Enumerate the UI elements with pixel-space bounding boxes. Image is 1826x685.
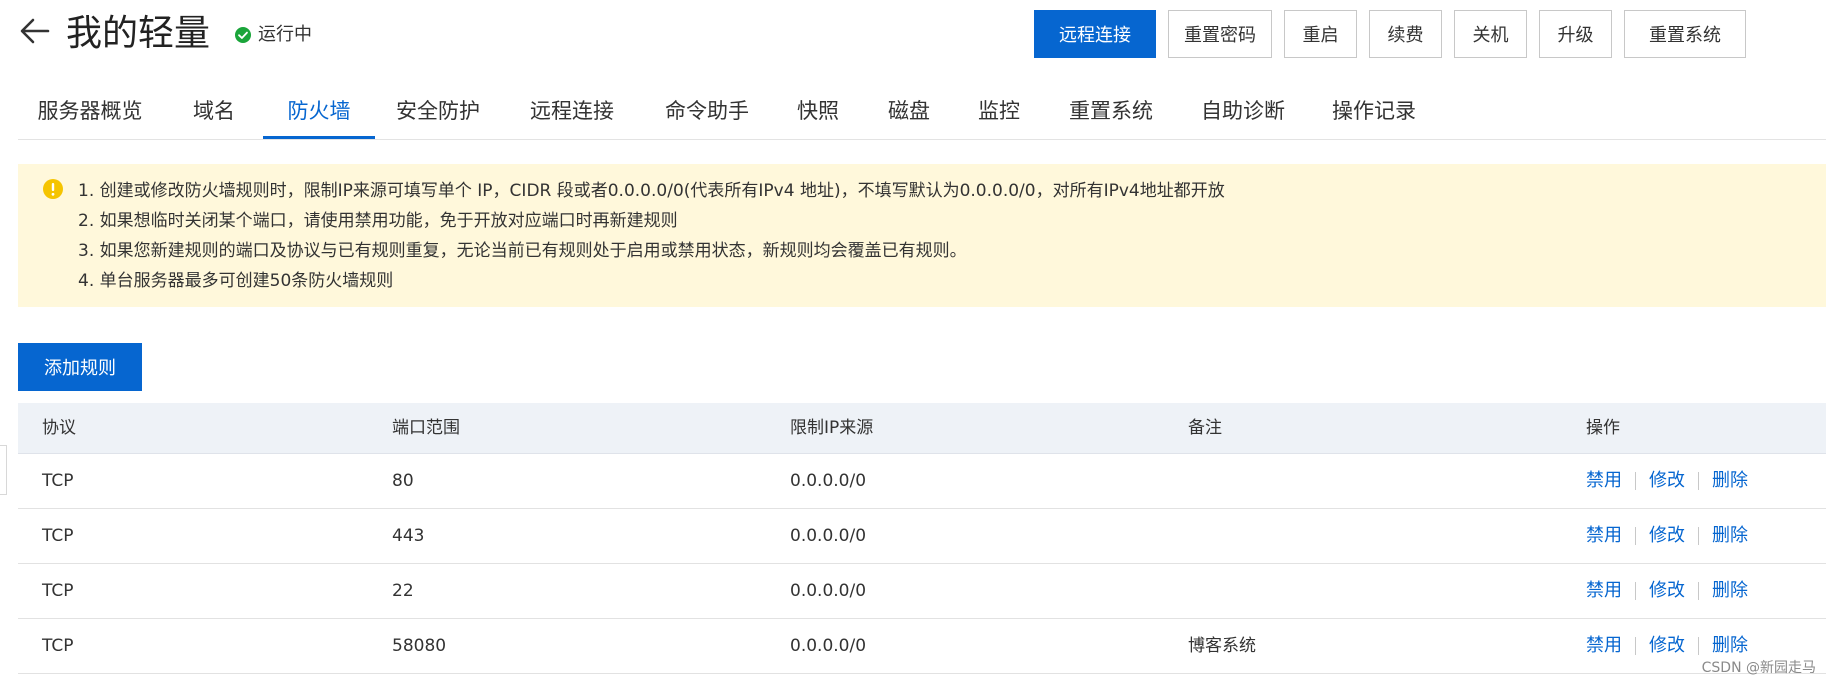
cell-source: 0.0.0.0/0 xyxy=(790,526,867,546)
column-header-port-range: 端口范围 xyxy=(392,418,460,438)
reset-system-button[interactable]: 重置系统 xyxy=(1624,10,1746,58)
divider xyxy=(1698,637,1699,655)
page-title: 我的轻量 xyxy=(66,13,211,54)
divider xyxy=(1635,637,1636,655)
tab-operation-log[interactable]: 操作记录 xyxy=(1329,86,1419,139)
shutdown-button[interactable]: 关机 xyxy=(1454,10,1527,58)
table-header: 协议 端口范围 限制IP来源 备注 操作 xyxy=(18,403,1826,454)
cell-protocol: TCP xyxy=(42,526,74,546)
delete-link[interactable]: 删除 xyxy=(1712,564,1748,618)
row-actions: 禁用 修改 删除 xyxy=(1586,509,1748,563)
disable-link[interactable]: 禁用 xyxy=(1586,564,1622,618)
divider xyxy=(1635,582,1636,600)
edit-link[interactable]: 修改 xyxy=(1649,564,1685,618)
cell-port: 443 xyxy=(392,526,425,546)
firewall-notice: 1. 创建或修改防火墙规则时，限制IP来源可填写单个 IP，CIDR 段或者0.… xyxy=(18,164,1826,307)
header-actions: 远程连接 重置密码 重启 续费 关机 升级 重置系统 xyxy=(1034,10,1746,58)
disable-link[interactable]: 禁用 xyxy=(1586,619,1622,673)
warning-icon xyxy=(43,179,63,199)
divider xyxy=(1698,527,1699,545)
disable-link[interactable]: 禁用 xyxy=(1586,454,1622,508)
cell-port: 58080 xyxy=(392,636,447,656)
column-header-source-ip: 限制IP来源 xyxy=(790,418,874,438)
row-actions: 禁用 修改 删除 xyxy=(1586,454,1748,508)
divider xyxy=(1698,472,1699,490)
notice-line: 3. 如果您新建规则的端口及协议与已有规则重复，无论当前已有规则处于启用或禁用状… xyxy=(78,241,967,261)
table-row: TCP 80 0.0.0.0/0 禁用 修改 删除 xyxy=(18,454,1826,509)
edit-link[interactable]: 修改 xyxy=(1649,619,1685,673)
check-circle-icon xyxy=(235,27,251,43)
divider xyxy=(1635,472,1636,490)
column-header-note: 备注 xyxy=(1188,418,1222,438)
tab-self-diagnosis[interactable]: 自助诊断 xyxy=(1198,86,1288,139)
disable-link[interactable]: 禁用 xyxy=(1586,509,1622,563)
add-rule-button[interactable]: 添加规则 xyxy=(18,343,142,391)
tab-security[interactable]: 安全防护 xyxy=(393,86,483,139)
tab-command-assistant[interactable]: 命令助手 xyxy=(662,86,752,139)
restart-button[interactable]: 重启 xyxy=(1284,10,1357,58)
back-arrow-icon[interactable] xyxy=(18,14,52,48)
reset-password-button[interactable]: 重置密码 xyxy=(1168,10,1272,58)
tab-domain[interactable]: 域名 xyxy=(190,86,238,139)
firewall-rules-table: 协议 端口范围 限制IP来源 备注 操作 TCP 80 0.0.0.0/0 禁用… xyxy=(18,403,1826,674)
remote-connect-button[interactable]: 远程连接 xyxy=(1034,10,1156,58)
cell-protocol: TCP xyxy=(42,581,74,601)
side-drawer-handle[interactable] xyxy=(0,445,7,495)
column-header-actions: 操作 xyxy=(1586,418,1620,438)
cell-port: 80 xyxy=(392,471,414,491)
tab-remote-connect[interactable]: 远程连接 xyxy=(527,86,617,139)
tab-monitor[interactable]: 监控 xyxy=(975,86,1023,139)
cell-protocol: TCP xyxy=(42,471,74,491)
notice-line: 1. 创建或修改防火墙规则时，限制IP来源可填写单个 IP，CIDR 段或者0.… xyxy=(78,181,1225,201)
cell-source: 0.0.0.0/0 xyxy=(790,471,867,491)
delete-link[interactable]: 删除 xyxy=(1712,509,1748,563)
divider xyxy=(1698,582,1699,600)
cell-source: 0.0.0.0/0 xyxy=(790,636,867,656)
page-header: 我的轻量 运行中 远程连接 重置密码 重启 续费 关机 升级 重置系统 xyxy=(0,0,1826,70)
watermark: CSDN @新园走马 xyxy=(1701,660,1816,676)
row-actions: 禁用 修改 删除 xyxy=(1586,564,1748,618)
edit-link[interactable]: 修改 xyxy=(1649,509,1685,563)
tab-overview[interactable]: 服务器概览 xyxy=(36,86,144,139)
table-row: TCP 443 0.0.0.0/0 禁用 修改 删除 xyxy=(18,509,1826,564)
tab-firewall[interactable]: 防火墙 xyxy=(263,86,375,139)
column-header-protocol: 协议 xyxy=(42,418,76,438)
status-badge: 运行中 xyxy=(234,24,312,46)
status-text: 运行中 xyxy=(258,24,312,45)
cell-source: 0.0.0.0/0 xyxy=(790,581,867,601)
cell-protocol: TCP xyxy=(42,636,74,656)
table-row: TCP 22 0.0.0.0/0 禁用 修改 删除 xyxy=(18,564,1826,619)
cell-port: 22 xyxy=(392,581,414,601)
table-row: TCP 58080 0.0.0.0/0 博客系统 禁用 修改 删除 xyxy=(18,619,1826,674)
notice-line: 4. 单台服务器最多可创建50条防火墙规则 xyxy=(78,271,394,291)
notice-line: 2. 如果想临时关闭某个端口，请使用禁用功能，免于开放对应端口时再新建规则 xyxy=(78,211,678,231)
upgrade-button[interactable]: 升级 xyxy=(1539,10,1612,58)
tab-reset-system[interactable]: 重置系统 xyxy=(1066,86,1156,139)
divider xyxy=(1635,527,1636,545)
tab-disk[interactable]: 磁盘 xyxy=(885,86,933,139)
renew-button[interactable]: 续费 xyxy=(1369,10,1442,58)
tab-snapshot[interactable]: 快照 xyxy=(794,86,842,139)
tab-bar: 服务器概览 域名 防火墙 安全防护 远程连接 命令助手 快照 磁盘 监控 重置系… xyxy=(18,86,1826,140)
delete-link[interactable]: 删除 xyxy=(1712,454,1748,508)
edit-link[interactable]: 修改 xyxy=(1649,454,1685,508)
cell-note: 博客系统 xyxy=(1188,636,1256,656)
